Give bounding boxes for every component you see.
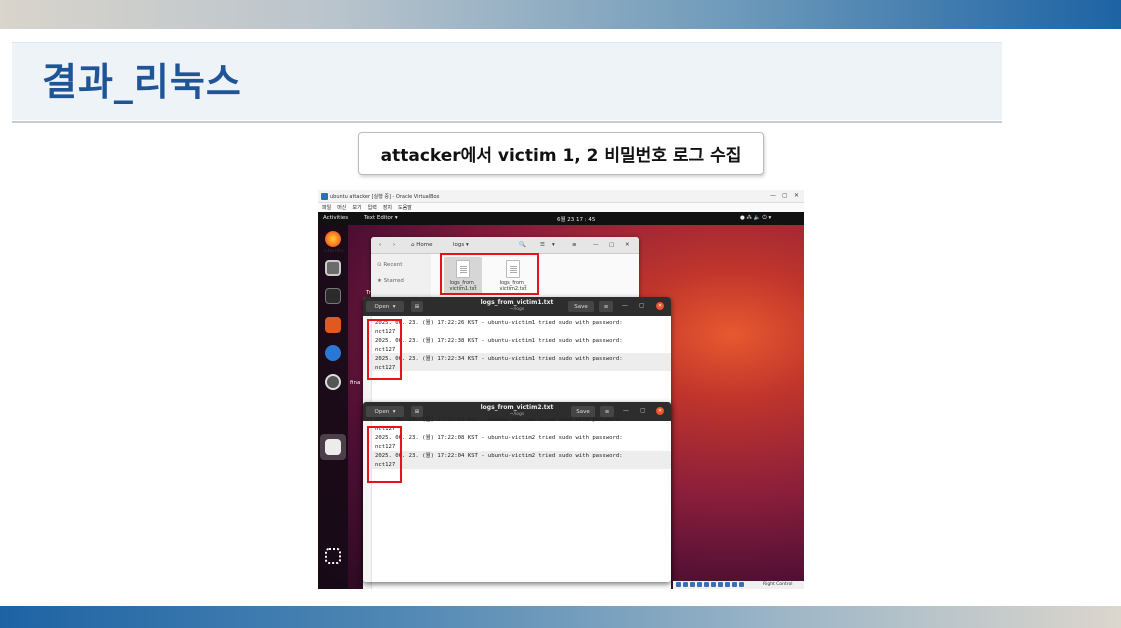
show-apps-grid-icon[interactable] [325,548,341,564]
gnome-top-bar: Activities Text Editor ▾ 6월 23 17 : 45 ●… [318,212,804,225]
log-line[interactable]: 2025. 06. 23. (월) 17:21:52 KST - ubuntu-… [375,416,623,425]
maximize-icon[interactable]: ▢ [639,302,645,309]
hamburger-menu-icon[interactable]: ≡ [572,242,577,248]
virtualbox-screenshot: ubuntu attacker [실행 중] - Oracle VirtualB… [318,190,804,589]
keyboard-icon[interactable] [739,582,744,587]
vbox-status-bar: Right Control [673,581,804,589]
slide: 결과_리눅스 attacker에서 victim 1, 2 비밀번호 로그 수집… [0,0,1121,628]
menu-devices[interactable]: 장치 [383,204,392,211]
vbox-menubar: 파일 머신 보기 입력 장치 도움말 [318,203,804,212]
breadcrumb-logs[interactable]: logs ▾ [453,242,469,248]
close-icon[interactable]: ✕ [625,242,630,248]
breadcrumb-home[interactable]: ⌂ Home [411,242,432,248]
search-icon[interactable]: 🔍 [519,242,526,248]
highlight-box-editor1 [367,319,402,380]
save-button[interactable]: Save [568,301,594,312]
menu-help[interactable]: 도움말 [398,204,412,211]
file-manager-sidebar: ⊙ Recent ★ Starred [371,254,431,303]
close-icon[interactable]: ✕ [656,302,664,310]
title-underline [12,121,1002,123]
close-icon[interactable]: ✕ [656,407,664,415]
sidebar-item-recent[interactable]: ⊙ Recent [377,262,402,268]
hdd-icon[interactable] [676,582,681,587]
mouse-integration-icon[interactable] [732,582,737,587]
text-editor-window-2: Open ▾ ⊞ logs_from_victim2.txt ~/logs Sa… [363,402,671,582]
sidebar-item-starred[interactable]: ★ Starred [377,278,404,284]
highlight-box-editor2 [367,426,402,483]
log-line[interactable]: 2025. 06. 23. (월) 17:22:04 KST - ubuntu-… [375,452,623,461]
minimize-icon[interactable]: — [622,302,628,309]
menu-view[interactable]: 보기 [352,204,361,211]
display-icon[interactable] [718,582,723,587]
minimize-icon[interactable]: — [770,192,776,199]
back-icon[interactable]: ‹ [379,242,381,248]
top-banner [0,0,1121,29]
software-center-icon[interactable] [325,317,341,333]
terminal-icon[interactable] [325,288,341,304]
virtualbox-logo-icon [321,193,328,200]
slide-title: 결과_리눅스 [42,60,242,104]
maximize-icon[interactable]: ▢ [640,407,646,414]
minimize-icon[interactable]: — [623,407,629,414]
firefox-icon[interactable] [325,231,341,247]
view-options-icon[interactable]: ▾ [552,242,555,248]
log-line[interactable]: 2025. 06. 23. (월) 17:22:34 KST - ubuntu-… [375,355,623,364]
dock [318,225,348,589]
caption-box: attacker에서 victim 1, 2 비밀번호 로그 수집 [358,132,764,175]
host-key-label: Right Control [763,582,793,587]
menu-file[interactable]: 파일 [322,204,331,211]
optical-drive-icon[interactable] [683,582,688,587]
app-menu[interactable]: Text Editor ▾ [364,215,398,221]
vbox-window-title: ubuntu attacker [실행 중] - Oracle VirtualB… [330,194,440,200]
activities-button[interactable]: Activities [323,215,348,221]
log-line[interactable]: 2025. 06. 23. (월) 17:22:08 KST - ubuntu-… [375,434,623,443]
maximize-icon[interactable]: ▢ [609,242,614,248]
list-view-icon[interactable]: ☰ [540,242,545,248]
menu-input[interactable]: 입력 [368,204,377,211]
log-line[interactable]: 2025. 06. 23. (월) 17:22:26 KST - ubuntu-… [375,319,623,328]
close-icon[interactable]: ✕ [794,192,799,199]
help-icon[interactable] [325,345,341,361]
minimize-icon[interactable]: — [593,242,599,248]
log-line[interactable]: 2025. 06. 23. (월) 17:22:38 KST - ubuntu-… [375,337,623,346]
usb-icon[interactable] [704,582,709,587]
menu-machine[interactable]: 머신 [337,204,346,211]
hamburger-menu-icon[interactable]: ≡ [599,301,613,312]
highlight-box-files [440,253,539,295]
recording-icon[interactable] [725,582,730,587]
bottom-banner [0,606,1121,628]
file-manager-header: ‹ › ⌂ Home logs ▾ 🔍 ☰ ▾ ≡ — ▢ ✕ [371,237,639,254]
settings-gear-icon[interactable] [325,374,341,390]
clock[interactable]: 6월 23 17 : 45 [557,215,595,223]
network-icon[interactable] [697,582,702,587]
editor-header: Open ▾ ⊞ logs_from_victim1.txt ~/logs Sa… [363,297,671,316]
forward-icon[interactable]: › [393,242,395,248]
text-editor-icon[interactable] [325,439,341,455]
files-icon[interactable] [325,260,341,276]
desktop-label-file: fina [350,380,361,386]
system-tray[interactable]: ● ⁂ 🔈 ⏻ ▾ [740,215,771,222]
maximize-icon[interactable]: ▢ [782,192,788,199]
audio-icon[interactable] [690,582,695,587]
vbox-titlebar: ubuntu attacker [실행 중] - Oracle VirtualB… [318,190,804,203]
shared-folder-icon[interactable] [711,582,716,587]
